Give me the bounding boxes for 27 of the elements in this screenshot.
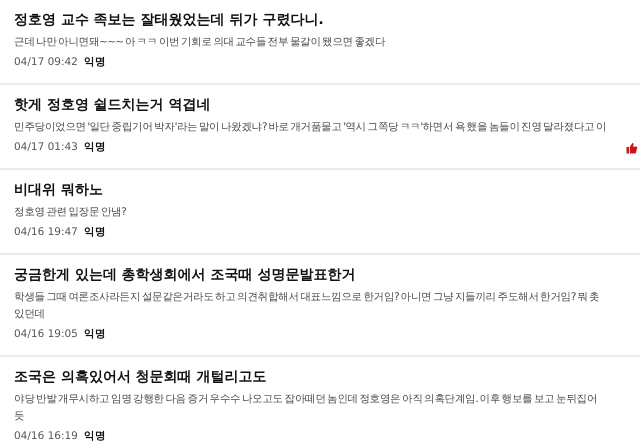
post-excerpt: 학생들 그때 여론조사라든지 설문같은거라도 하고 의견취합해서 대표느낌으로 한거임? 아니면 그냥 지들끼리 주도해서 한거임? 뭐 촛 — [14, 290, 600, 305]
post-time: 04/17 09:42 — [14, 55, 78, 70]
post-title: 조국은 의혹있어서 청문회때 개털리고도 — [14, 368, 268, 387]
post-excerpt: 정호영 관련 입장문 안냄? — [14, 205, 128, 220]
post-excerpt: 있던데 — [14, 307, 46, 322]
post-title: 궁금한게 있는데 총학생회에서 조국때 성명문발표한거 — [14, 266, 356, 285]
post-author: 익명 — [84, 140, 106, 155]
post-item[interactable]: 정호영 교수 족보는 잘태웠었는데 뒤가 구렸다니. 근데 나만 아니면돼~~~ 아 ㅋㅋ 이번 기회로 의대 교수들 전부 물갈이 됐으면 좋겠다 04/17 09:42 익명 — [0, 0, 640, 85]
post-time: 04/16 19:47 — [14, 225, 78, 240]
post-author: 익명 — [84, 225, 106, 240]
post-excerpt: 근데 나만 아니면돼~~~ 아 ㅋㅋ 이번 기회로 의대 교수들 전부 물갈이 됐으면 좋겠다 — [14, 35, 386, 50]
post-author: 익명 — [84, 327, 106, 342]
post-time: 04/16 16:19 — [14, 429, 78, 444]
post-title: 비대위 뭐하노 — [14, 181, 104, 200]
post-excerpt: 야당 반발 개무시하고 임명 강행한 다음 증거 우수수 나오고도 잡아떼던 놈인데 정호영은 아직 의혹단계임. 이후 행보를 보고 눈뒤집어 — [14, 392, 598, 407]
post-time: 04/17 01:43 — [14, 140, 78, 155]
post-author: 익명 — [84, 55, 106, 70]
post-title: 정호영 교수 족보는 잘태웠었는데 뒤가 구렸다니. — [14, 11, 325, 30]
post-item[interactable]: 비대위 뭐하노 정호영 관련 입장문 안냄? 04/16 19:47 익명 — [0, 170, 640, 255]
post-time: 04/16 19:05 — [14, 327, 78, 342]
post-item[interactable]: 궁금한게 있는데 총학생회에서 조국때 성명문발표한거 학생들 그때 여론조사라든지 설문같은거라도 하고 의견취합해서 대표느낌으로 한거임? 아니면 그냥 지들끼리 주도해서 한거임? 뭐 촛 있던데 04/16 19:05 익명 — [0, 255, 640, 357]
post-excerpt: 민주당이었으면 '일단 중립기어 박자'라는 말이 나왔겠냐? 바로 개거품물고 '역시 그쪽당 ㅋㅋ'하면서 욕 했을 놈들이 진영 달라졌다고 이 — [14, 120, 608, 135]
post-excerpt: 듯 — [14, 409, 26, 424]
post-title: 핫게 정호영 쉴드치는거 역겹네 — [14, 96, 212, 115]
post-item[interactable]: 조국은 의혹있어서 청문회때 개털리고도 야당 반발 개무시하고 임명 강행한 다음 증거 우수수 나오고도 잡아떼던 놈인데 정호영은 아직 의혹단계임. 이후 행보를 보고 눈뒤집어 듯 04/16 16:19 익명 — [0, 357, 640, 445]
post-item[interactable]: 핫게 정호영 쉴드치는거 역겹네 민주당이었으면 '일단 중립기어 박자'라는 말이 나왔겠냐? 바로 개거품물고 '역시 그쪽당 ㅋㅋ'하면서 욕 했을 놈들이 진영 달라졌다고 이 04/17 01:43 익명 — [0, 85, 640, 170]
post-author: 익명 — [84, 429, 106, 444]
